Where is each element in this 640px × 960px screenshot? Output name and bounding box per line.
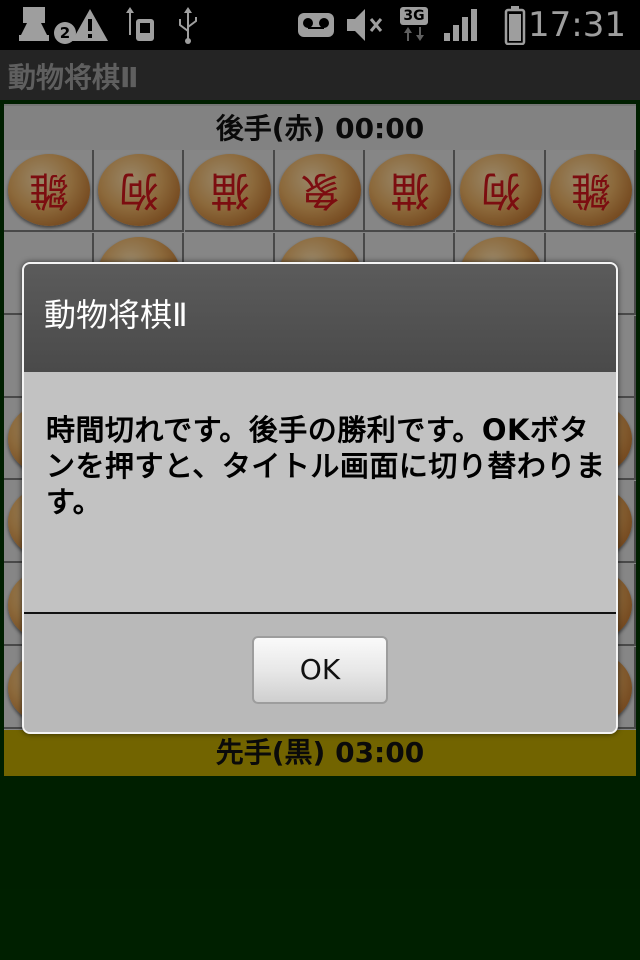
dialog-footer: OK bbox=[24, 614, 616, 732]
dialog-body: 時間切れです。後手の勝利です。OKボタンを押すと、タイトル画面に切り替わります。 bbox=[24, 372, 616, 612]
dialog-header: 動物将棋Ⅱ bbox=[24, 264, 616, 372]
dialog-title: 動物将棋Ⅱ bbox=[44, 296, 188, 334]
timeout-dialog: 動物将棋Ⅱ 時間切れです。後手の勝利です。OKボタンを押すと、タイトル画面に切り… bbox=[22, 262, 618, 734]
ok-button[interactable]: OK bbox=[252, 636, 388, 704]
dialog-message: 時間切れです。後手の勝利です。OKボタンを押すと、タイトル画面に切り替わります。 bbox=[46, 413, 606, 519]
